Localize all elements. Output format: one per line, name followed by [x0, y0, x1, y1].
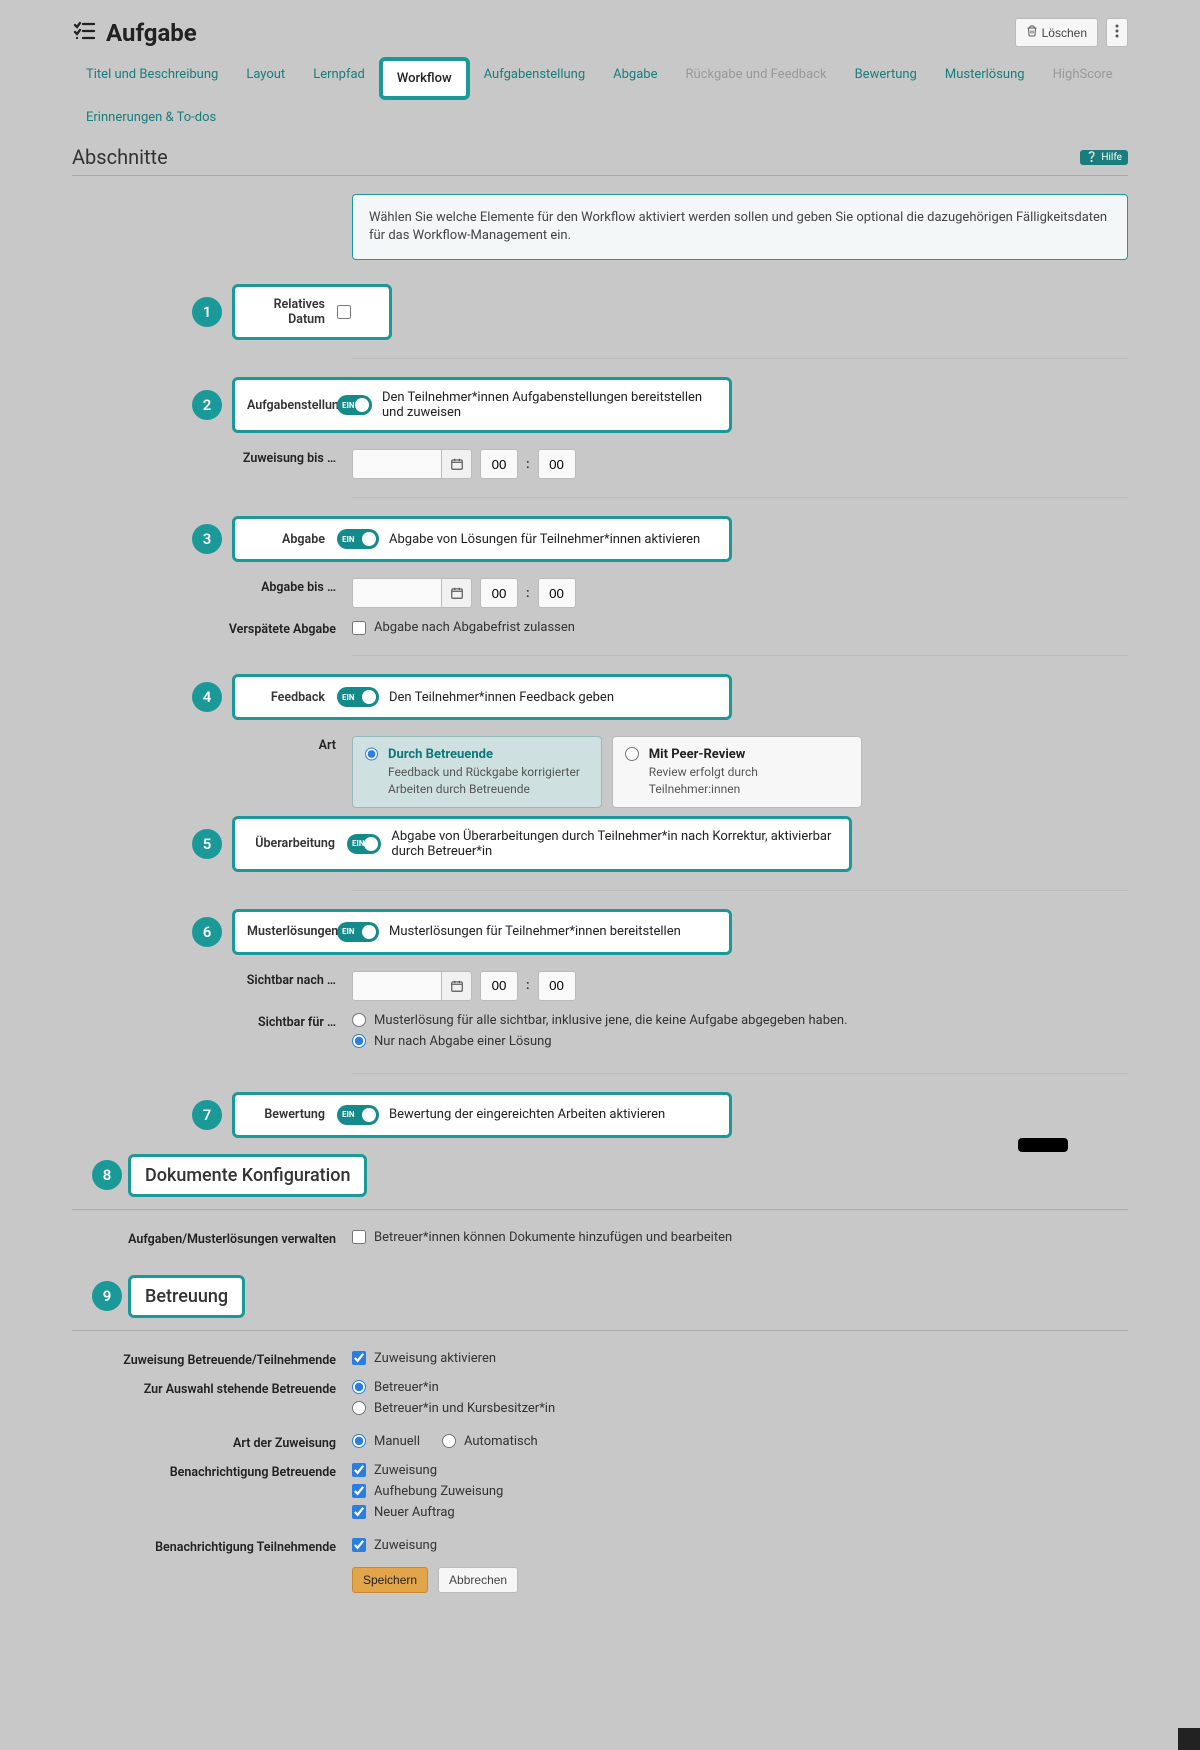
abgabe-mm[interactable] [538, 578, 576, 608]
notify-coach-label: Benachrichtigung Betreuende [72, 1459, 352, 1480]
tab-bewertung[interactable]: Bewertung [841, 57, 931, 100]
tab-highscore[interactable]: HighScore [1039, 57, 1127, 100]
tab-layout[interactable]: Layout [232, 57, 299, 100]
task-checklist-icon [72, 19, 96, 47]
zuweisung-mm[interactable] [538, 449, 576, 479]
ueberarbeitung-block: Überarbeitung EIN Abgabe von Überarbeitu… [232, 816, 852, 872]
feedback-radio-betreuende[interactable] [365, 747, 378, 761]
dokumente-konfig-heading: Dokumente Konfiguration [128, 1154, 367, 1197]
feedback-toggle[interactable]: EIN [337, 687, 379, 707]
avail-coach-label: Zur Auswahl stehende Betreuende [72, 1376, 352, 1397]
tab-workflow[interactable]: Workflow [379, 57, 470, 100]
type-auto-radio[interactable] [442, 1434, 456, 1448]
ueberarbeitung-toggle[interactable]: EIN [347, 834, 381, 854]
feedback-radio-peer[interactable] [625, 747, 639, 761]
sichtbar-all-radio[interactable] [352, 1013, 366, 1027]
step-badge-7: 7 [192, 1100, 222, 1130]
abgabe-block: Abgabe EIN Abgabe von Lösungen für Teiln… [232, 516, 732, 562]
help-badge[interactable]: ❔ Hilfe [1080, 150, 1128, 165]
corner-widget[interactable] [1178, 1728, 1200, 1750]
page-title: Aufgabe [106, 19, 197, 47]
nc-zuweisung[interactable] [352, 1463, 366, 1477]
tab-musterl-sung[interactable]: Musterlösung [931, 57, 1039, 100]
musterloesungen-block: Musterlösungen EIN Musterlösungen für Te… [232, 909, 732, 955]
help-icon: ❔ [1086, 152, 1098, 163]
step-badge-5: 5 [192, 829, 222, 859]
more-actions-button[interactable] [1106, 18, 1128, 47]
step-badge-2: 2 [192, 390, 222, 420]
redacted-block [1018, 1138, 1068, 1152]
feedback-card-peer[interactable]: Mit Peer-Review Review erfolgt durch Tei… [612, 736, 862, 807]
abgabe-toggle[interactable]: EIN [337, 529, 379, 549]
musterloesungen-toggle[interactable]: EIN [337, 922, 379, 942]
nc-neuer-auftrag[interactable] [352, 1505, 366, 1519]
feedback-block: Feedback EIN Den Teilnehmer*innen Feedba… [232, 674, 732, 720]
save-button[interactable]: Speichern [352, 1567, 428, 1593]
type-manual-radio[interactable] [352, 1434, 366, 1448]
manage-docs-label: Aufgaben/Musterlösungen verwalten [72, 1226, 352, 1247]
late-submission-checkbox[interactable] [352, 621, 366, 635]
zuweisung-hh[interactable] [480, 449, 518, 479]
delete-button[interactable]: Löschen [1015, 18, 1098, 47]
tab-abgabe[interactable]: Abgabe [599, 57, 671, 100]
step-badge-6: 6 [192, 917, 222, 947]
step-badge-1: 1 [192, 297, 222, 327]
bewertung-toggle[interactable]: EIN [337, 1105, 379, 1125]
sichtbar-nach-abgabe-radio[interactable] [352, 1034, 366, 1048]
tab-aufgabenstellung[interactable]: Aufgabenstellung [470, 57, 600, 100]
coaching-assign-checkbox[interactable] [352, 1351, 366, 1365]
abgabe-bis-label: Abgabe bis … [72, 574, 352, 595]
cancel-button[interactable]: Abbrechen [438, 1567, 518, 1593]
tab-lernpfad[interactable]: Lernpfad [299, 57, 379, 100]
feedback-art-label: Art [72, 732, 352, 753]
bewertung-block: Bewertung EIN Bewertung der eingereichte… [232, 1092, 732, 1138]
tab-titel-und-beschreibung[interactable]: Titel und Beschreibung [72, 57, 232, 100]
manage-docs-checkbox[interactable] [352, 1230, 366, 1244]
zuweisung-date-picker[interactable] [442, 449, 472, 479]
sichtbar-mm[interactable] [538, 971, 576, 1001]
sichtbar-nach-label: Sichtbar nach … [72, 967, 352, 988]
np-zuweisung[interactable] [352, 1538, 366, 1552]
zuweisung-bis-label: Zuweisung bis … [72, 445, 352, 466]
step-badge-4: 4 [192, 682, 222, 712]
kebab-icon [1115, 24, 1119, 41]
notify-part-label: Benachrichtigung Teilnehmende [72, 1534, 352, 1555]
late-submission-label: Verspätete Abgabe [72, 616, 352, 637]
aufgabenstellung-block: Aufgabenstellung EIN Den Teilnehmer*inne… [232, 377, 732, 433]
nc-aufhebung[interactable] [352, 1484, 366, 1498]
step-badge-8: 8 [92, 1160, 122, 1190]
sichtbar-date-input[interactable] [352, 971, 442, 1001]
trash-icon [1026, 25, 1038, 40]
avail-opt2-radio[interactable] [352, 1401, 366, 1415]
relative-date-checkbox[interactable] [337, 305, 351, 319]
avail-opt1-radio[interactable] [352, 1380, 366, 1394]
tab-r-ckgabe-und-feedback[interactable]: Rückgabe und Feedback [672, 57, 841, 100]
betreuung-heading: Betreuung [128, 1275, 245, 1318]
sichtbar-date-picker[interactable] [442, 971, 472, 1001]
section-title: Abschnitte [72, 145, 168, 169]
relative-date-block: Relatives Datum [232, 284, 392, 340]
abgabe-hh[interactable] [480, 578, 518, 608]
abgabe-date-picker[interactable] [442, 578, 472, 608]
sichtbar-hh[interactable] [480, 971, 518, 1001]
info-box: Wählen Sie welche Elemente für den Workf… [352, 194, 1128, 260]
sichtbar-fuer-label: Sichtbar für … [72, 1009, 352, 1030]
coaching-assign-label: Zuweisung Betreuende/Teilnehmende [72, 1347, 352, 1368]
abgabe-date-input[interactable] [352, 578, 442, 608]
assign-type-label: Art der Zuweisung [72, 1430, 352, 1451]
step-badge-3: 3 [192, 524, 222, 554]
zuweisung-date-input[interactable] [352, 449, 442, 479]
feedback-card-betreuende[interactable]: Durch Betreuende Feedback und Rückgabe k… [352, 736, 602, 807]
step-badge-9: 9 [92, 1281, 122, 1311]
aufgabenstellung-toggle[interactable]: EIN [337, 395, 372, 415]
tab-erinnerungen-to-dos[interactable]: Erinnerungen & To-dos [72, 100, 230, 135]
